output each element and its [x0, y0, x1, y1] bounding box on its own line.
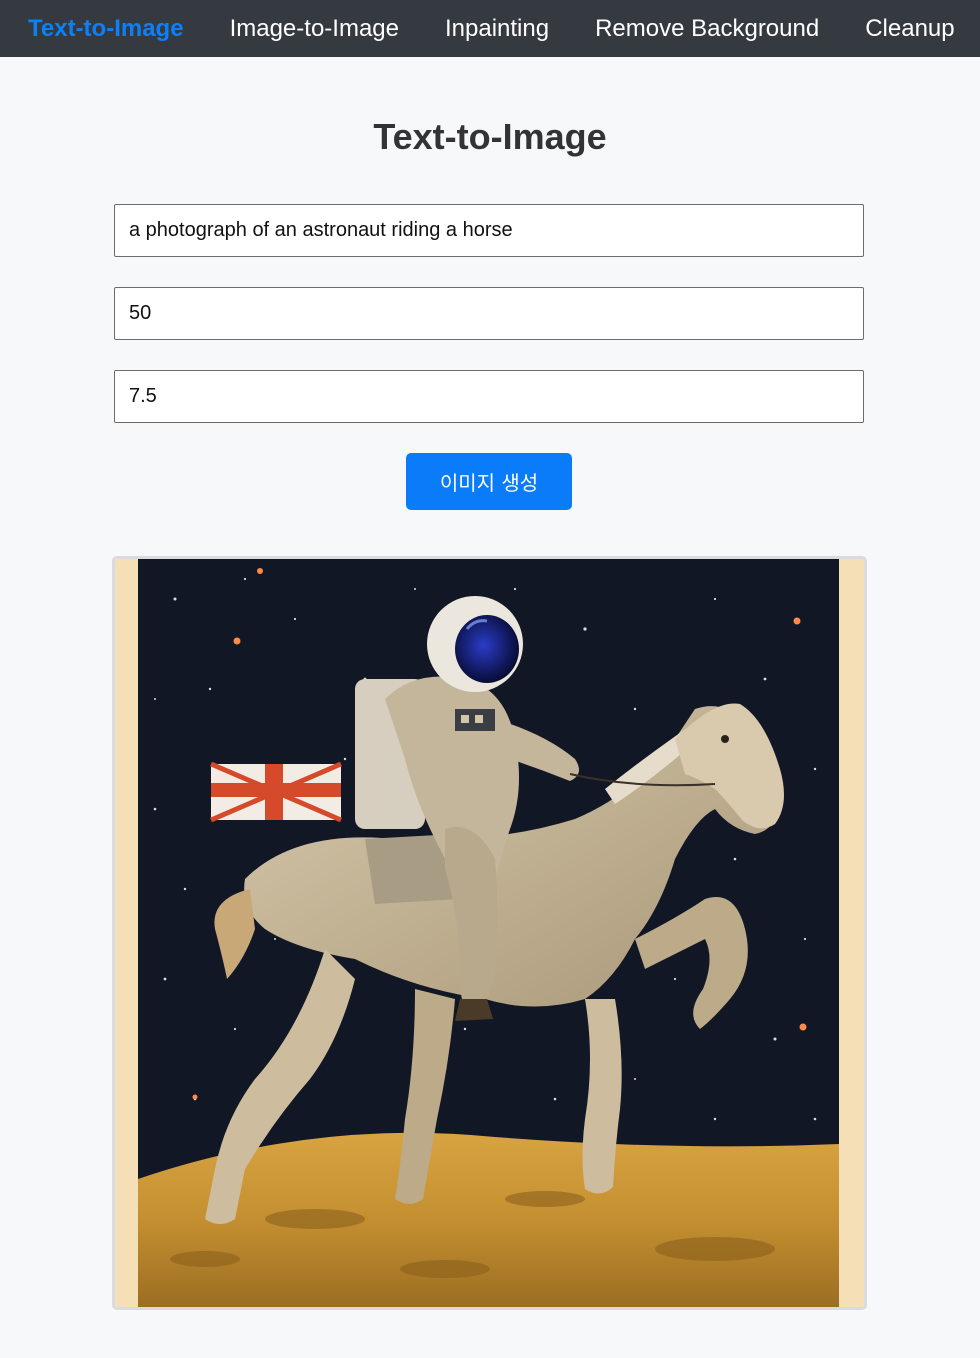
generated-image: [112, 556, 867, 1310]
nav-text-to-image[interactable]: Text-to-Image: [28, 15, 184, 43]
generate-image-button[interactable]: 이미지 생성: [406, 453, 572, 510]
page-title: Text-to-Image: [373, 116, 607, 157]
steps-input[interactable]: [114, 287, 864, 340]
astronaut-horse-image: [115, 559, 864, 1307]
nav-remove-background[interactable]: Remove Background: [595, 15, 819, 43]
nav-cleanup[interactable]: Cleanup: [865, 15, 954, 43]
nav-inpainting[interactable]: Inpainting: [445, 15, 549, 43]
top-navbar: Text-to-Image Image-to-Image Inpainting …: [0, 0, 980, 57]
guidance-scale-input[interactable]: [114, 370, 864, 423]
nav-image-to-image[interactable]: Image-to-Image: [230, 15, 399, 43]
prompt-input[interactable]: [114, 204, 864, 257]
